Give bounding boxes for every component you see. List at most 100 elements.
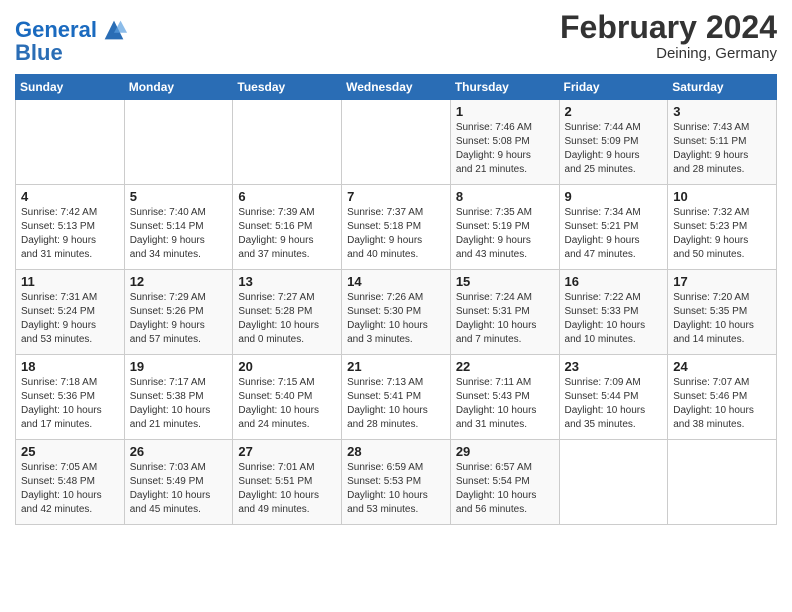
day-content: Sunrise: 7:35 AM Sunset: 5:19 PM Dayligh… bbox=[456, 206, 554, 262]
calendar-cell: 11Sunrise: 7:31 AM Sunset: 5:24 PM Dayli… bbox=[16, 270, 125, 355]
day-number: 26 bbox=[130, 444, 228, 459]
day-content: Sunrise: 6:59 AM Sunset: 5:53 PM Dayligh… bbox=[347, 461, 445, 517]
day-content: Sunrise: 7:22 AM Sunset: 5:33 PM Dayligh… bbox=[565, 291, 663, 347]
calendar-cell: 7 Sunrise: 7:37 AM Sunset: 5:18 PM Daylig… bbox=[342, 185, 451, 270]
logo-text: General bbox=[15, 19, 97, 41]
calendar-cell: 14 Sunrise: 7:26 AM Sunset: 5:30 PM Dayli… bbox=[342, 270, 451, 355]
calendar-cell: 23Sunrise: 7:09 AM Sunset: 5:44 PM Dayli… bbox=[559, 355, 668, 440]
day-content: Sunrise: 7:43 AM Sunset: 5:11 PM Dayligh… bbox=[673, 121, 771, 177]
day-content: Sunrise: 7:29 AM Sunset: 5:26 PM Dayligh… bbox=[130, 291, 228, 347]
calendar-week-1: 1 Sunrise: 7:46 AM Sunset: 5:08 PM Daylig… bbox=[16, 100, 777, 185]
calendar-week-4: 18Sunrise: 7:18 AM Sunset: 5:36 PM Dayli… bbox=[16, 355, 777, 440]
day-number: 28 bbox=[347, 444, 445, 459]
day-content: Sunrise: 7:09 AM Sunset: 5:44 PM Dayligh… bbox=[565, 376, 663, 432]
calendar-week-5: 25 Sunrise: 7:05 AM Sunset: 5:48 PM Dayli… bbox=[16, 440, 777, 525]
day-number: 29 bbox=[456, 444, 554, 459]
calendar-week-3: 11Sunrise: 7:31 AM Sunset: 5:24 PM Dayli… bbox=[16, 270, 777, 355]
page-title: February 2024 bbox=[560, 10, 777, 45]
calendar-cell: 8Sunrise: 7:35 AM Sunset: 5:19 PM Daylig… bbox=[450, 185, 559, 270]
day-content: Sunrise: 7:05 AM Sunset: 5:48 PM Dayligh… bbox=[21, 461, 119, 517]
calendar-cell: 22Sunrise: 7:11 AM Sunset: 5:43 PM Dayli… bbox=[450, 355, 559, 440]
calendar-cell: 16Sunrise: 7:22 AM Sunset: 5:33 PM Dayli… bbox=[559, 270, 668, 355]
day-number: 14 bbox=[347, 274, 445, 289]
calendar-cell: 25 Sunrise: 7:05 AM Sunset: 5:48 PM Dayli… bbox=[16, 440, 125, 525]
day-number: 10 bbox=[673, 189, 771, 204]
day-number: 17 bbox=[673, 274, 771, 289]
day-number: 3 bbox=[673, 104, 771, 119]
day-number: 22 bbox=[456, 359, 554, 374]
calendar-cell: 6 Sunrise: 7:39 AM Sunset: 5:16 PM Daylig… bbox=[233, 185, 342, 270]
header-cell-monday: Monday bbox=[124, 75, 233, 100]
day-number: 13 bbox=[238, 274, 336, 289]
day-number: 18 bbox=[21, 359, 119, 374]
day-number: 15 bbox=[456, 274, 554, 289]
day-content: Sunrise: 7:32 AM Sunset: 5:23 PM Dayligh… bbox=[673, 206, 771, 262]
calendar-cell: 21 Sunrise: 7:13 AM Sunset: 5:41 PM Dayli… bbox=[342, 355, 451, 440]
calendar-cell: 10 Sunrise: 7:32 AM Sunset: 5:23 PM Dayli… bbox=[668, 185, 777, 270]
calendar-cell: 26 Sunrise: 7:03 AM Sunset: 5:49 PM Dayli… bbox=[124, 440, 233, 525]
day-content: Sunrise: 7:24 AM Sunset: 5:31 PM Dayligh… bbox=[456, 291, 554, 347]
calendar-cell: 4 Sunrise: 7:42 AM Sunset: 5:13 PM Daylig… bbox=[16, 185, 125, 270]
day-content: Sunrise: 7:37 AM Sunset: 5:18 PM Dayligh… bbox=[347, 206, 445, 262]
day-content: Sunrise: 7:15 AM Sunset: 5:40 PM Dayligh… bbox=[238, 376, 336, 432]
day-content: Sunrise: 7:01 AM Sunset: 5:51 PM Dayligh… bbox=[238, 461, 336, 517]
day-number: 2 bbox=[565, 104, 663, 119]
calendar-cell: 19 Sunrise: 7:17 AM Sunset: 5:38 PM Dayli… bbox=[124, 355, 233, 440]
day-number: 9 bbox=[565, 189, 663, 204]
header-cell-tuesday: Tuesday bbox=[233, 75, 342, 100]
day-number: 4 bbox=[21, 189, 119, 204]
header-cell-wednesday: Wednesday bbox=[342, 75, 451, 100]
calendar-cell: 28 Sunrise: 6:59 AM Sunset: 5:53 PM Dayli… bbox=[342, 440, 451, 525]
calendar-cell: 9 Sunrise: 7:34 AM Sunset: 5:21 PM Daylig… bbox=[559, 185, 668, 270]
calendar-cell: 1 Sunrise: 7:46 AM Sunset: 5:08 PM Daylig… bbox=[450, 100, 559, 185]
day-content: Sunrise: 7:13 AM Sunset: 5:41 PM Dayligh… bbox=[347, 376, 445, 432]
day-content: Sunrise: 7:46 AM Sunset: 5:08 PM Dayligh… bbox=[456, 121, 554, 177]
day-content: Sunrise: 7:17 AM Sunset: 5:38 PM Dayligh… bbox=[130, 376, 228, 432]
header-row: SundayMondayTuesdayWednesdayThursdayFrid… bbox=[16, 75, 777, 100]
calendar-cell bbox=[559, 440, 668, 525]
calendar-cell: 2 Sunrise: 7:44 AM Sunset: 5:09 PM Daylig… bbox=[559, 100, 668, 185]
day-content: Sunrise: 7:07 AM Sunset: 5:46 PM Dayligh… bbox=[673, 376, 771, 432]
header-cell-saturday: Saturday bbox=[668, 75, 777, 100]
day-number: 1 bbox=[456, 104, 554, 119]
calendar-cell: 13 Sunrise: 7:27 AM Sunset: 5:28 PM Dayli… bbox=[233, 270, 342, 355]
calendar-cell: 18Sunrise: 7:18 AM Sunset: 5:36 PM Dayli… bbox=[16, 355, 125, 440]
logo: General Blue bbox=[15, 16, 128, 66]
page-header: General Blue February 2024 Deining, Germ… bbox=[15, 10, 777, 66]
day-number: 7 bbox=[347, 189, 445, 204]
day-content: Sunrise: 7:39 AM Sunset: 5:16 PM Dayligh… bbox=[238, 206, 336, 262]
day-content: Sunrise: 7:34 AM Sunset: 5:21 PM Dayligh… bbox=[565, 206, 663, 262]
calendar-cell: 20 Sunrise: 7:15 AM Sunset: 5:40 PM Dayli… bbox=[233, 355, 342, 440]
calendar-cell bbox=[342, 100, 451, 185]
calendar-cell bbox=[16, 100, 125, 185]
day-number: 25 bbox=[21, 444, 119, 459]
calendar-header: SundayMondayTuesdayWednesdayThursdayFrid… bbox=[16, 75, 777, 100]
logo-general: General bbox=[15, 17, 97, 42]
day-number: 20 bbox=[238, 359, 336, 374]
header-cell-thursday: Thursday bbox=[450, 75, 559, 100]
calendar-cell: 24Sunrise: 7:07 AM Sunset: 5:46 PM Dayli… bbox=[668, 355, 777, 440]
day-number: 5 bbox=[130, 189, 228, 204]
day-number: 6 bbox=[238, 189, 336, 204]
day-content: Sunrise: 7:03 AM Sunset: 5:49 PM Dayligh… bbox=[130, 461, 228, 517]
calendar-week-2: 4 Sunrise: 7:42 AM Sunset: 5:13 PM Daylig… bbox=[16, 185, 777, 270]
header-cell-sunday: Sunday bbox=[16, 75, 125, 100]
logo-icon bbox=[100, 16, 128, 44]
calendar-cell: 27 Sunrise: 7:01 AM Sunset: 5:51 PM Dayli… bbox=[233, 440, 342, 525]
day-number: 27 bbox=[238, 444, 336, 459]
day-content: Sunrise: 7:44 AM Sunset: 5:09 PM Dayligh… bbox=[565, 121, 663, 177]
calendar-cell: 17 Sunrise: 7:20 AM Sunset: 5:35 PM Dayli… bbox=[668, 270, 777, 355]
day-content: Sunrise: 6:57 AM Sunset: 5:54 PM Dayligh… bbox=[456, 461, 554, 517]
calendar-cell: 29 Sunrise: 6:57 AM Sunset: 5:54 PM Dayli… bbox=[450, 440, 559, 525]
calendar-cell bbox=[124, 100, 233, 185]
day-number: 21 bbox=[347, 359, 445, 374]
calendar-cell: 12Sunrise: 7:29 AM Sunset: 5:26 PM Dayli… bbox=[124, 270, 233, 355]
calendar-cell bbox=[668, 440, 777, 525]
day-content: Sunrise: 7:26 AM Sunset: 5:30 PM Dayligh… bbox=[347, 291, 445, 347]
day-content: Sunrise: 7:20 AM Sunset: 5:35 PM Dayligh… bbox=[673, 291, 771, 347]
calendar-body: 1 Sunrise: 7:46 AM Sunset: 5:08 PM Daylig… bbox=[16, 100, 777, 525]
header-cell-friday: Friday bbox=[559, 75, 668, 100]
day-content: Sunrise: 7:42 AM Sunset: 5:13 PM Dayligh… bbox=[21, 206, 119, 262]
day-number: 19 bbox=[130, 359, 228, 374]
day-content: Sunrise: 7:27 AM Sunset: 5:28 PM Dayligh… bbox=[238, 291, 336, 347]
